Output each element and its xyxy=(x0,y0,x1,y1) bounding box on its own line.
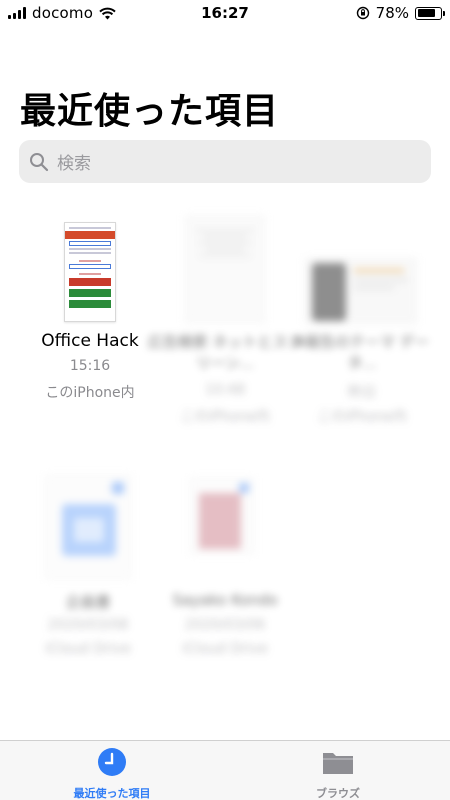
file-time: 昨日 xyxy=(348,385,376,401)
battery-icon xyxy=(415,6,445,20)
clock-icon xyxy=(98,748,126,776)
tab-bar: 最近使った項目 ブラウズ xyxy=(0,740,450,800)
tab-recents[interactable]: 最近使った項目 xyxy=(32,747,192,800)
tab-label: ブラウズ xyxy=(316,787,360,800)
folder-icon xyxy=(323,753,353,774)
file-thumbnail xyxy=(305,258,417,324)
status-right: 78% xyxy=(356,4,445,22)
file-name: 広告検索 ネットとスクリーン... xyxy=(147,333,303,372)
file-name: A報告のテーマ データ... xyxy=(294,333,430,372)
file-location: iCloud Drive xyxy=(182,641,268,657)
search-placeholder: 検索 xyxy=(57,154,91,174)
file-time: 2020/03/08 xyxy=(47,617,129,633)
battery-percent: 78% xyxy=(375,4,409,22)
file-time: 10:48 xyxy=(204,382,246,398)
file-thumbnail xyxy=(190,478,254,554)
file-thumbnail xyxy=(45,475,131,579)
tab-label: 最近使った項目 xyxy=(73,787,151,800)
search-icon xyxy=(30,152,49,171)
file-time: 2020/03/06 xyxy=(184,617,266,633)
file-thumbnail xyxy=(58,218,122,322)
file-location: このiPhone内 xyxy=(317,409,407,425)
search-input[interactable]: 検索 xyxy=(19,140,431,183)
rotation-lock-icon xyxy=(356,6,369,20)
tab-browse[interactable]: ブラウズ xyxy=(258,747,418,800)
file-location: このiPhone内 xyxy=(180,409,270,425)
page-title: 最近使った項目 xyxy=(20,91,280,132)
status-bar: docomo 16:27 78% xyxy=(0,0,450,26)
file-name: 企画書 xyxy=(65,593,111,611)
file-location: iCloud Drive xyxy=(45,641,131,657)
file-name: Sayako Kondo xyxy=(172,591,278,609)
file-thumbnail xyxy=(185,215,265,323)
